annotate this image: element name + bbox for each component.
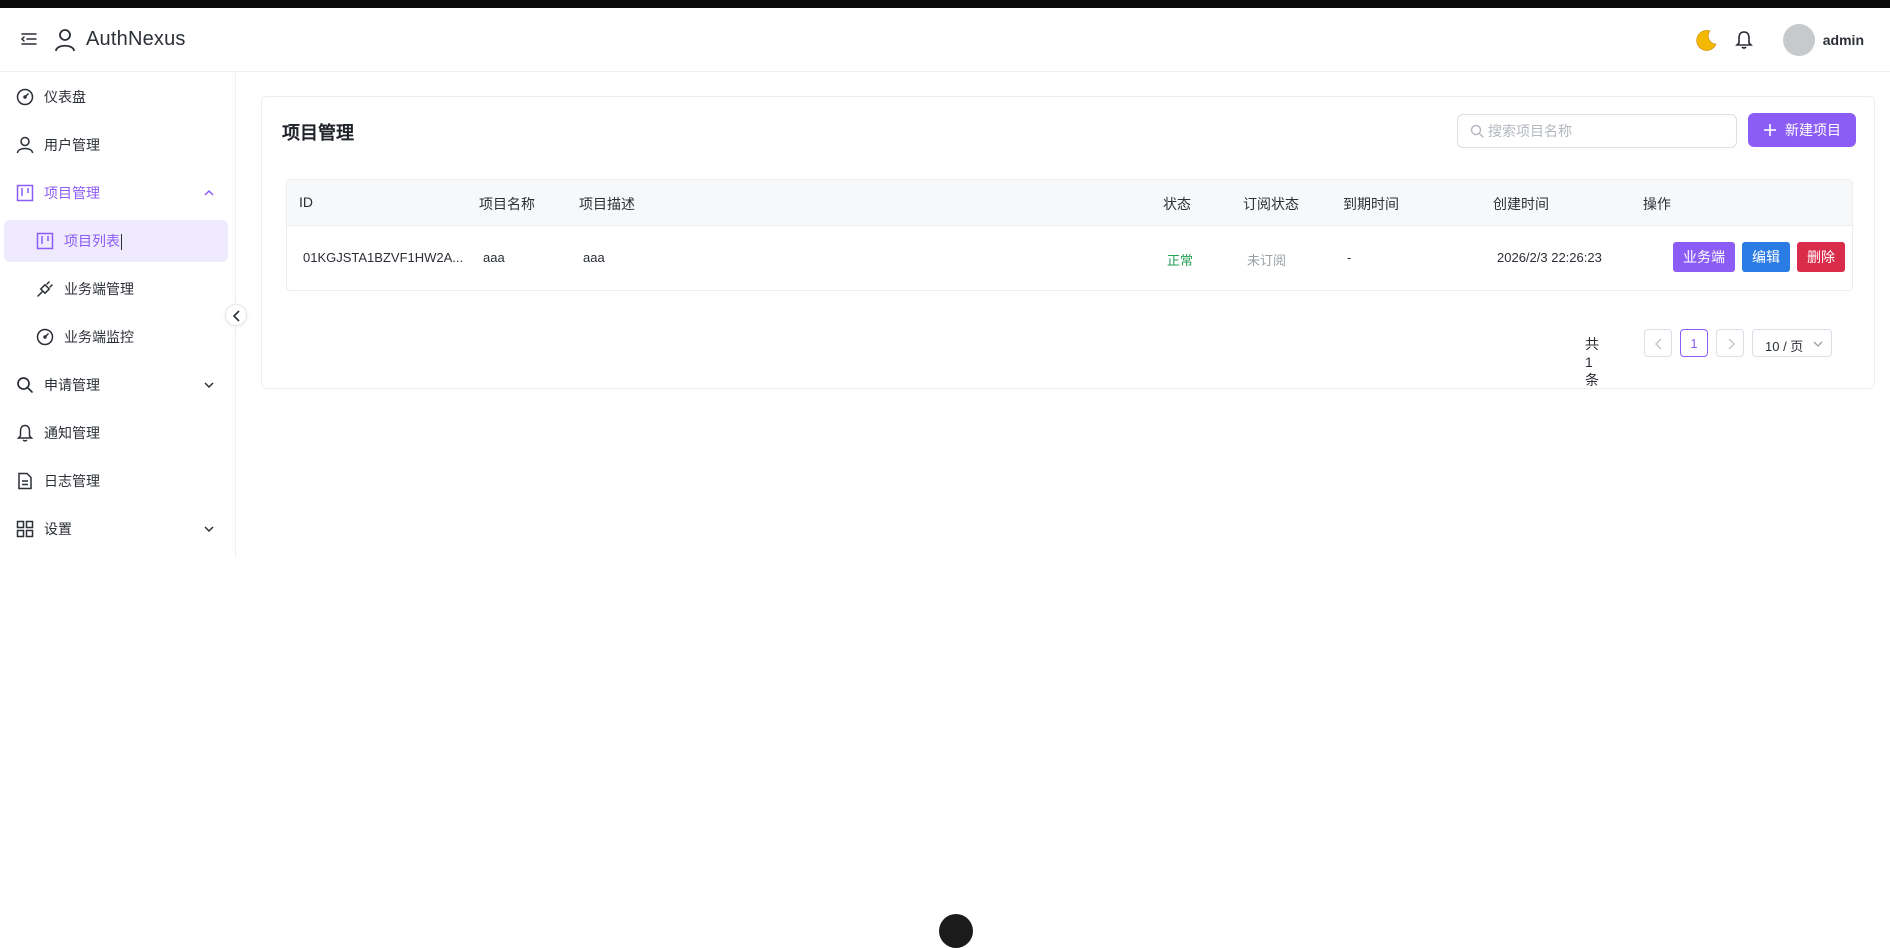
sidebar-item-label: 设置 — [44, 521, 72, 537]
app-header: AuthNexus admin — [0, 8, 1890, 72]
gauge-icon — [36, 328, 54, 346]
sidebar-item-business-monitor[interactable]: 业务端监控 — [4, 316, 228, 358]
search-icon — [17, 377, 33, 393]
sidebar-item-label: 日志管理 — [44, 473, 100, 489]
kanban-icon — [16, 184, 34, 202]
sidebar-item-project-list[interactable]: 项目列表 — [4, 220, 228, 262]
table-header: ID 项目名称 项目描述 状态 订阅状态 到期时间 创建时间 操作 — [287, 180, 1852, 226]
dashboard-icon — [16, 88, 34, 106]
menu-toggle-icon[interactable] — [20, 30, 38, 48]
chevron-right-icon — [1728, 338, 1735, 350]
edit-button[interactable]: 编辑 — [1742, 242, 1790, 272]
chevron-left-icon — [232, 310, 240, 322]
logo-user-icon — [55, 29, 75, 52]
next-page-button[interactable] — [1716, 329, 1744, 357]
project-table: ID 项目名称 项目描述 状态 订阅状态 到期时间 创建时间 操作 01KGJS… — [286, 179, 1853, 291]
sidebar-item-label: 业务端管理 — [64, 281, 134, 297]
column-header: 创建时间 — [1493, 196, 1549, 212]
column-header: 订阅状态 — [1243, 196, 1299, 212]
file-icon — [18, 472, 32, 490]
cell-name: aaa — [483, 250, 505, 265]
chevron-down-icon — [1813, 341, 1823, 347]
sidebar-item-label: 通知管理 — [44, 425, 100, 441]
sidebar-item-users[interactable]: 用户管理 — [4, 124, 228, 166]
sidebar-item-label: 申请管理 — [44, 377, 100, 393]
page-title: 项目管理 — [282, 123, 354, 143]
bell-icon[interactable] — [1734, 30, 1753, 50]
search-input[interactable] — [1488, 115, 1728, 147]
chevron-down-icon — [204, 526, 214, 533]
bell-icon — [16, 424, 34, 442]
cell-created: 2026/2/3 22:26:23 — [1497, 250, 1602, 265]
app-title: AuthNexus — [86, 28, 186, 50]
search-icon — [1470, 124, 1484, 138]
prev-page-button[interactable] — [1644, 329, 1672, 357]
column-header: 到期时间 — [1343, 196, 1399, 212]
user-icon — [16, 136, 34, 154]
business-button[interactable]: 业务端 — [1673, 242, 1735, 272]
sidebar-collapse-button[interactable] — [225, 304, 247, 326]
plus-icon — [1764, 124, 1776, 136]
sidebar-item-business-management[interactable]: 业务端管理 — [4, 268, 228, 310]
sidebar-item-label: 用户管理 — [44, 137, 100, 153]
sidebar-item-applications[interactable]: 申请管理 — [4, 364, 228, 406]
sidebar-item-label: 项目列表 — [64, 233, 120, 249]
sidebar: 仪表盘 用户管理 项目管理 项目列表 业务端管理 业务端监控 申请管理 通知管理… — [0, 72, 236, 558]
sidebar-item-settings[interactable]: 设置 — [4, 508, 228, 550]
sidebar-item-notifications[interactable]: 通知管理 — [4, 412, 228, 454]
new-project-button[interactable]: 新建项目 — [1748, 113, 1856, 147]
column-header: 操作 — [1643, 196, 1671, 212]
avatar[interactable] — [1782, 24, 1815, 56]
sidebar-item-projects[interactable]: 项目管理 — [4, 172, 228, 214]
plug-icon — [37, 281, 53, 297]
project-card: 项目管理 新建项目 ID 项目名称 项目描述 状态 订阅状态 到期时间 创建时间… — [261, 96, 1875, 389]
cell-id: 01KGJSTA1BZVF1HW2A... — [303, 250, 464, 265]
grid-icon — [16, 520, 34, 538]
column-header: ID — [299, 194, 313, 210]
pagination-total: 共 1 条 — [1585, 336, 1599, 388]
column-header: 项目描述 — [579, 196, 635, 212]
cell-expires: - — [1347, 250, 1352, 265]
top-strip — [0, 0, 1890, 8]
moon-icon[interactable] — [1695, 28, 1719, 52]
page-size-value: 10 / 页 — [1765, 339, 1804, 354]
cell-subscription: 未订阅 — [1247, 253, 1287, 268]
chevron-down-icon — [204, 382, 214, 389]
delete-button[interactable]: 删除 — [1797, 242, 1845, 272]
floating-badge[interactable] — [939, 914, 973, 948]
search-box — [1457, 114, 1737, 148]
chevron-up-icon — [204, 189, 214, 196]
kanban-icon — [36, 232, 54, 250]
column-header: 项目名称 — [479, 196, 535, 212]
text-cursor — [121, 234, 122, 251]
cell-status: 正常 — [1167, 253, 1194, 268]
user-name[interactable]: admin — [1823, 32, 1864, 48]
sidebar-item-label: 仪表盘 — [44, 89, 86, 105]
column-header: 状态 — [1163, 196, 1191, 212]
sidebar-item-label: 项目管理 — [44, 185, 100, 201]
sidebar-item-logs[interactable]: 日志管理 — [4, 460, 228, 502]
new-project-label: 新建项目 — [1785, 122, 1841, 138]
page-size-select[interactable]: 10 / 页 — [1752, 329, 1832, 357]
sidebar-item-dashboard[interactable]: 仪表盘 — [4, 76, 228, 118]
page-number-button[interactable]: 1 — [1680, 329, 1708, 357]
table-row[interactable]: 01KGJSTA1BZVF1HW2A... aaa aaa 正常 未订阅 - 2… — [287, 226, 1852, 290]
cell-description: aaa — [583, 250, 605, 265]
chevron-left-icon — [1655, 338, 1662, 350]
sidebar-item-label: 业务端监控 — [64, 329, 134, 345]
